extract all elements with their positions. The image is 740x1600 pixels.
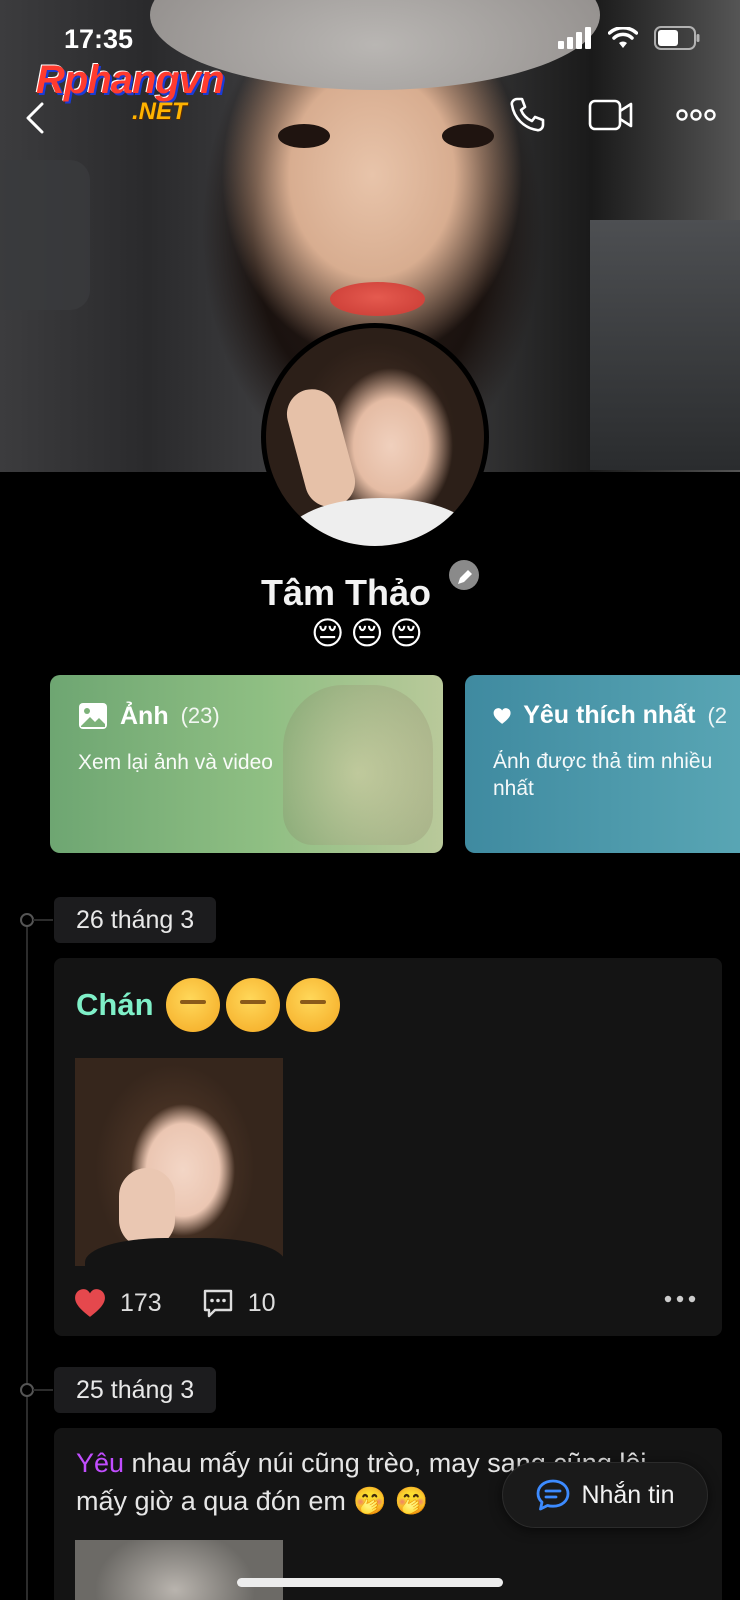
- post-photo-shirt: [85, 1238, 283, 1266]
- date-chip: 26 tháng 3: [54, 897, 217, 943]
- like-heart-icon[interactable]: [74, 1288, 106, 1318]
- edit-name-icon[interactable]: [449, 560, 480, 590]
- favorites-card-description: Ảnh được thả tim nhiều nhất: [493, 750, 713, 800]
- message-button-label: Nhắn tin: [581, 1480, 675, 1509]
- cover-eye-right: [442, 124, 494, 148]
- post-more-icon[interactable]: [664, 1294, 696, 1304]
- wifi-icon: [608, 27, 638, 48]
- favorites-card-label: Yêu thích nhất: [523, 701, 696, 729]
- heart-icon: [493, 707, 511, 724]
- photos-card-label: Ảnh: [120, 701, 169, 730]
- cover-car-seat: [0, 160, 90, 310]
- more-options-icon[interactable]: [676, 108, 716, 122]
- favorites-card[interactable]: Yêu thích nhất (2 Ảnh được thả tim nhiều…: [465, 675, 740, 853]
- post-title: Chán: [76, 978, 340, 1032]
- post-photo-hand: [119, 1168, 175, 1248]
- favorites-card-count: (2: [707, 702, 727, 728]
- pleading-emoji-icon: [225, 978, 280, 1032]
- post-reactions: 173 10: [74, 1288, 276, 1318]
- signal-icon: [558, 27, 591, 49]
- post-title-word: Chán: [76, 987, 154, 1022]
- top-actions: [508, 96, 716, 134]
- chat-bubble-icon: [537, 1479, 570, 1511]
- back-icon[interactable]: [18, 100, 54, 136]
- photos-card[interactable]: Ảnh (23) Xem lại ảnh và video: [50, 675, 443, 853]
- date-chip: 25 tháng 3: [54, 1367, 217, 1413]
- favorites-card-title: Yêu thích nhất (2: [493, 701, 727, 730]
- like-count: 173: [120, 1288, 162, 1317]
- photos-card-description: Xem lại ảnh và video: [78, 751, 273, 774]
- cover-car-window: [590, 220, 740, 470]
- unamused-emoji-icon: [285, 978, 340, 1032]
- timeline-tick: [33, 919, 53, 921]
- post-card[interactable]: Chán 173 10: [54, 958, 722, 1336]
- phone-icon[interactable]: [508, 96, 546, 134]
- timeline-line: [26, 920, 28, 1600]
- image-icon: [79, 703, 107, 729]
- comment-count: 10: [247, 1288, 276, 1317]
- home-indicator[interactable]: [237, 1578, 503, 1587]
- avatar-hand: [281, 383, 361, 513]
- post-photo[interactable]: [75, 1058, 283, 1266]
- profile-name: Tâm Thảo: [260, 572, 431, 613]
- avatar[interactable]: [261, 323, 489, 551]
- cover-lips: [330, 282, 425, 316]
- status-icons: [558, 26, 700, 50]
- post-photo[interactable]: [75, 1540, 283, 1600]
- cover-eye-left: [278, 124, 330, 148]
- battery-icon: [654, 26, 700, 50]
- timeline-tick: [33, 1389, 53, 1391]
- photos-card-count: (23): [180, 703, 220, 728]
- sleepy-emoji-icon: [165, 978, 220, 1032]
- comment-icon[interactable]: [202, 1288, 234, 1318]
- avatar-shirt: [286, 498, 476, 546]
- post-text-accent: Yêu: [76, 1448, 125, 1478]
- timeline-dot: [20, 913, 34, 927]
- video-call-icon[interactable]: [588, 98, 634, 132]
- watermark-logo: Rphangvn .NET: [36, 58, 225, 125]
- profile-name-row: Tâm Thảo: [0, 560, 740, 614]
- profile-bio: 😔😔😔: [310, 615, 430, 651]
- timeline-dot: [20, 1383, 34, 1397]
- status-time: 17:35: [64, 24, 134, 54]
- message-button[interactable]: Nhắn tin: [502, 1462, 708, 1528]
